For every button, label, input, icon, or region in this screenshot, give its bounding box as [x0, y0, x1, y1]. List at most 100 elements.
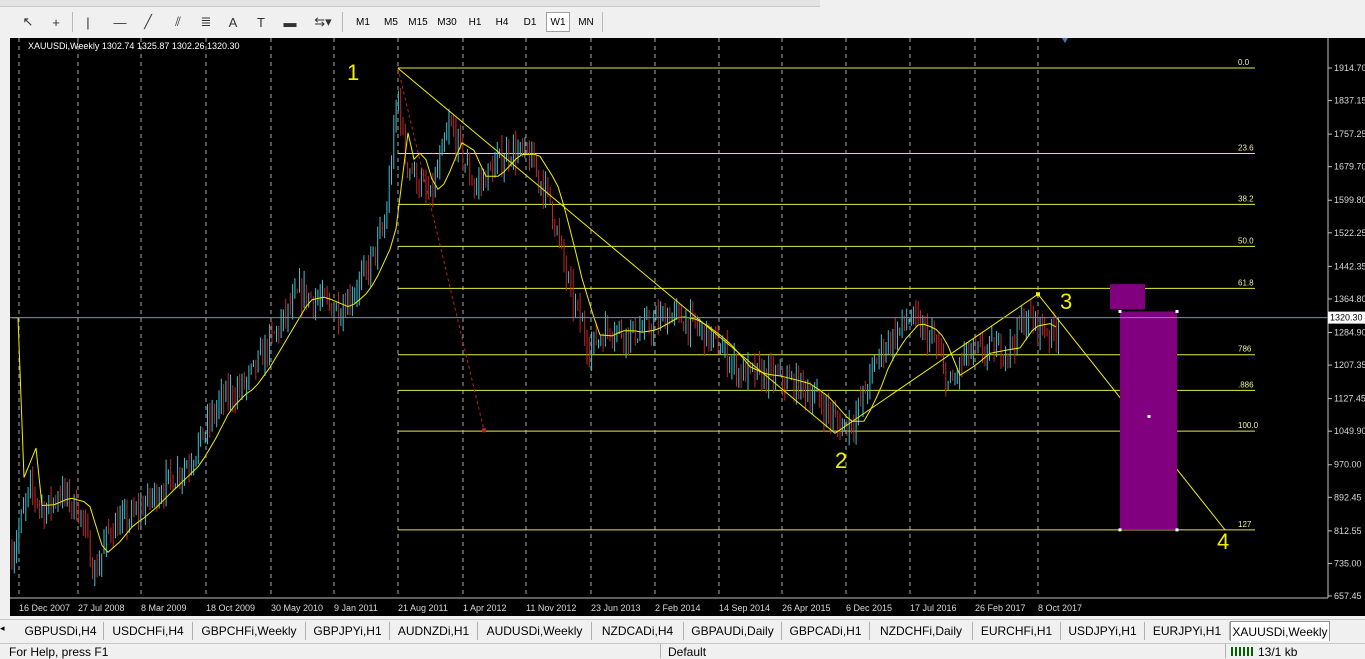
- price-label: 657.45: [1334, 591, 1362, 601]
- fib-level-label: 61.8: [1238, 278, 1254, 287]
- chart-tab[interactable]: NZDCHFi,Daily: [870, 622, 973, 640]
- price-label: 1914.70: [1334, 63, 1365, 73]
- timeframe-m5-button[interactable]: M5: [380, 12, 402, 32]
- chart-tab[interactable]: GBPCHFi,Weekly: [193, 622, 306, 640]
- chart-tab[interactable]: GBPAUDi,Daily: [684, 622, 782, 640]
- toolbar-top-strip: [0, 0, 820, 7]
- wave-label-1: 1: [347, 60, 359, 85]
- candles-group: [11, 88, 1059, 587]
- price-label: 812.55: [1334, 526, 1362, 536]
- toolbar-separator: [72, 12, 73, 32]
- vertical-line-icon[interactable]: |: [80, 12, 96, 32]
- chart-tab[interactable]: EURJPYi,H1: [1145, 622, 1230, 640]
- text-label-icon[interactable]: T: [253, 12, 269, 32]
- connection-bars-icon: [1231, 647, 1253, 656]
- toolbar: ↖ + | — ╱ ⫽ ≣ A T ▬ ⇆▾ M1 M5 M15 M30 H1 H4 D1 W1 MN: [0, 0, 1365, 38]
- date-label: 26 Feb 2017: [975, 603, 1026, 613]
- timeframe-m30-button[interactable]: M30: [434, 12, 460, 32]
- price-label: 735.00: [1334, 558, 1362, 568]
- toolbar-separator: [342, 12, 343, 32]
- date-label: 1 Apr 2012: [463, 603, 507, 613]
- wave-line: [397, 67, 1226, 531]
- chart-tab[interactable]: AUDNZDi,H1: [390, 622, 478, 640]
- date-label: 8 Oct 2017: [1038, 603, 1082, 613]
- chart-tab[interactable]: AUDUSDi,Weekly: [478, 622, 592, 640]
- chart-tab[interactable]: EURCHFi,H1: [973, 622, 1061, 640]
- chart-tabs-bar: ◂ GBPUSDi,H4 USDCHFi,H4 GBPCHFi,Weekly GBPJ…: [0, 619, 1365, 642]
- date-label: 8 Mar 2009: [141, 603, 187, 613]
- current-price-label: 1320.30: [1330, 313, 1363, 323]
- wave-point: [1036, 292, 1040, 297]
- zone-handle: [1118, 528, 1122, 532]
- text-icon[interactable]: A: [225, 12, 241, 32]
- trendline-icon[interactable]: ╱: [138, 12, 158, 32]
- price-chart[interactable]: 16 Dec 2007 27 Jul 2008 8 Mar 2009 18 Oct 2…: [10, 38, 1365, 616]
- status-bar: For Help, press F1 Default 13/1 kb: [0, 643, 1365, 659]
- timeframe-d1-button[interactable]: D1: [519, 12, 541, 32]
- target-zone: [1120, 311, 1177, 530]
- wave-label-4: 4: [1217, 529, 1229, 554]
- date-label: 9 Jan 2011: [334, 603, 378, 613]
- price-label: 1364.80: [1334, 294, 1365, 304]
- chart-tab[interactable]: USDJPYi,H1: [1061, 622, 1145, 640]
- zone-handle: [1175, 528, 1179, 532]
- date-label: 17 Jul 2016: [910, 603, 957, 613]
- price-label: 1284.90: [1334, 327, 1365, 337]
- date-label: 2 Feb 2014: [655, 603, 701, 613]
- fib-level-label: 0.0: [1238, 58, 1250, 67]
- chart-tab[interactable]: GBPCADi,H1: [782, 622, 870, 640]
- wave-label-3: 3: [1060, 289, 1072, 314]
- price-label: 1127.45: [1334, 394, 1365, 404]
- date-label: 14 Sep 2014: [719, 603, 770, 613]
- fib-level-label: .886: [1238, 380, 1254, 389]
- rectangle-icon[interactable]: ▬: [280, 12, 300, 32]
- date-label: 27 Jul 2008: [78, 603, 125, 613]
- date-label: 11 Nov 2012: [526, 603, 576, 613]
- moving-average-line: [12, 132, 1057, 554]
- chart-header: XAUUSDi,Weekly 1302.74 1325.87 1302.26 1…: [28, 41, 239, 51]
- date-label: 21 Aug 2011: [398, 603, 448, 613]
- price-label: 892.45: [1334, 492, 1362, 502]
- price-label: 1049.90: [1334, 426, 1365, 436]
- channel-icon[interactable]: ⫽: [168, 12, 188, 32]
- crosshair-icon[interactable]: +: [46, 12, 66, 32]
- price-label: 1207.35: [1334, 360, 1365, 370]
- zone-handle: [1175, 309, 1179, 313]
- date-label: 18 Oct 2009: [206, 603, 255, 613]
- zone-handle: [1118, 309, 1122, 313]
- chart-tab[interactable]: GBPJPYi,H1: [306, 622, 390, 640]
- tab-scroll-left-icon[interactable]: ◂: [0, 623, 8, 639]
- chart-window[interactable]: 16 Dec 2007 27 Jul 2008 8 Mar 2009 18 Oct 2…: [10, 38, 1365, 616]
- timeframe-mn-button[interactable]: MN: [574, 12, 598, 32]
- fib-level-label: 38.2: [1238, 194, 1254, 203]
- chart-tab[interactable]: USDCHFi,H4: [104, 622, 193, 640]
- price-label: 1757.25: [1334, 129, 1365, 139]
- date-label: 26 Apr 2015: [782, 603, 831, 613]
- horizontal-line-icon[interactable]: —: [110, 12, 130, 32]
- toolbar-separator: [602, 12, 603, 32]
- timeframe-m15-button[interactable]: M15: [406, 12, 430, 32]
- shapes-dropdown-icon[interactable]: ⇆▾: [308, 12, 338, 32]
- shift-marker-icon: [1062, 38, 1068, 43]
- fib-level-label: 23.6: [1238, 144, 1254, 153]
- chart-tab[interactable]: XAUUSDi,Weekly: [1230, 621, 1330, 641]
- fibonacci-icon[interactable]: ≣: [196, 12, 216, 32]
- cursor-icon[interactable]: ↖: [18, 12, 38, 32]
- fib-level-label: 786: [1238, 345, 1252, 354]
- date-label: 23 Jun 2013: [591, 603, 641, 613]
- timeframe-h1-button[interactable]: H1: [464, 12, 486, 32]
- timeframe-m1-button[interactable]: M1: [352, 12, 374, 32]
- timeframe-h4-button[interactable]: H4: [491, 12, 513, 32]
- zone-handle: [1147, 414, 1151, 418]
- fib-level-label: 100.0: [1238, 421, 1259, 430]
- price-label: 1522.25: [1334, 228, 1365, 238]
- price-label: 1679.70: [1334, 162, 1365, 172]
- timeframe-w1-button[interactable]: W1: [546, 12, 570, 32]
- chart-tab[interactable]: NZDCADi,H4: [592, 622, 684, 640]
- projection-line: [397, 68, 485, 431]
- projection-endpoint: [482, 428, 486, 433]
- price-label: 970.00: [1334, 460, 1362, 470]
- price-label: 1599.80: [1334, 195, 1365, 205]
- wave-label-2: 2: [835, 448, 847, 473]
- chart-tab[interactable]: GBPUSDi,H4: [18, 622, 104, 640]
